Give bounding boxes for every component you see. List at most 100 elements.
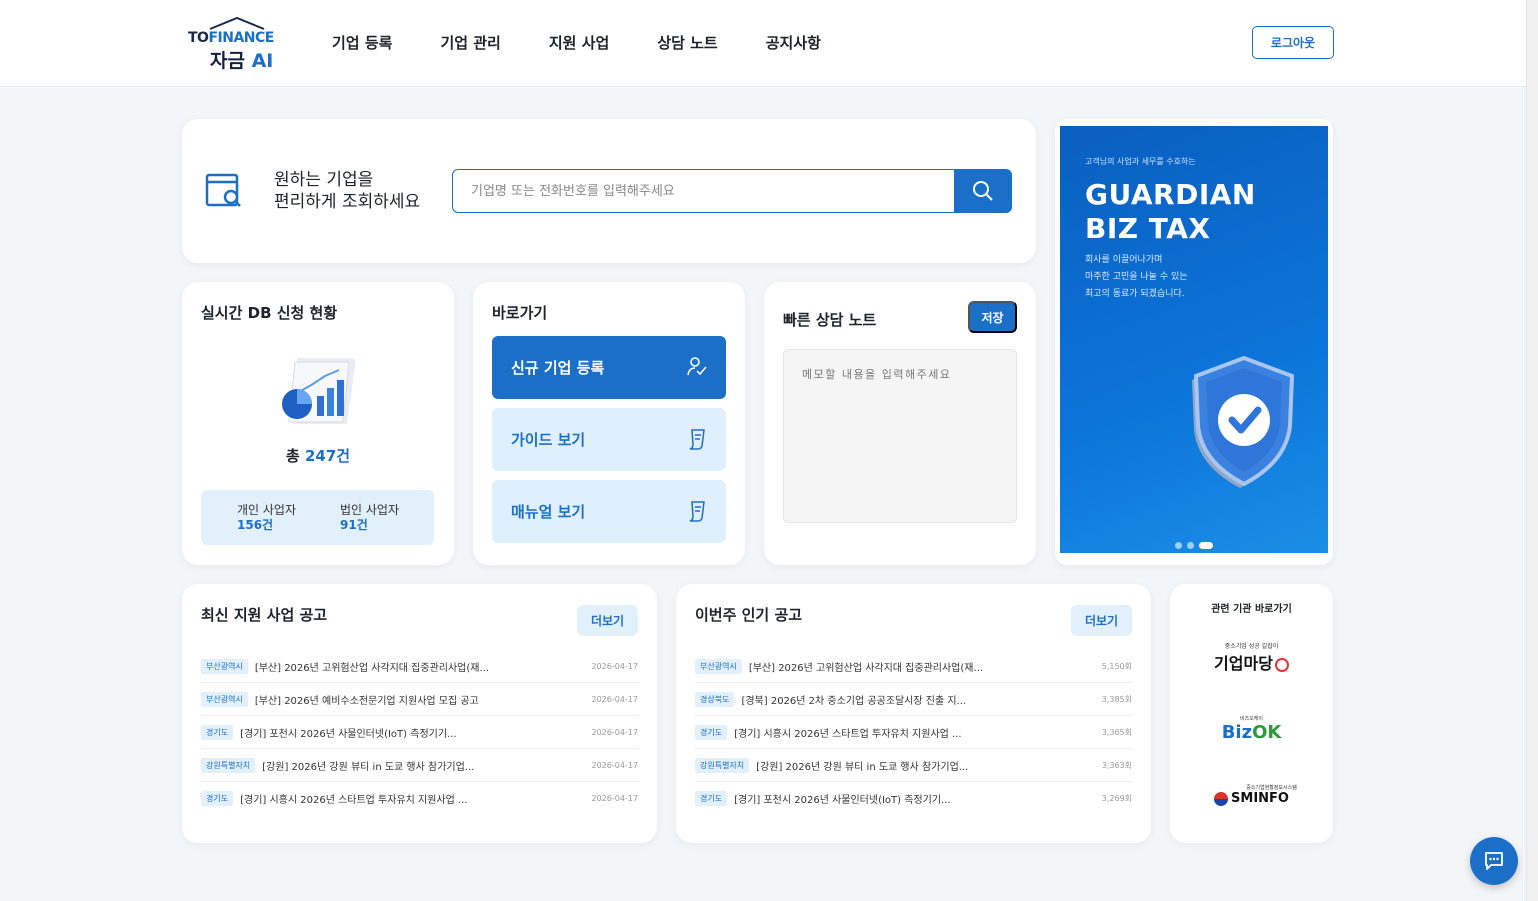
bizmadang-logo[interactable]: 중소기업 성공 길잡이 기업마당	[1170, 641, 1333, 674]
db-breakdown: 개인 사업자 156건 법인 사업자 91건	[201, 490, 434, 545]
banner-title: GUARDIAN BIZ TAX	[1085, 178, 1256, 245]
notice-date: 2026-04-17	[591, 794, 639, 803]
region-tag: 강원특별자치	[201, 757, 256, 773]
notice-title: [강원] 2026년 강원 뷰티 in 도쿄 행사 참가기업...	[262, 761, 475, 773]
db-total: 총 247건	[285, 447, 351, 465]
company-search-card: 원하는 기업을 편리하게 조회하세요	[182, 119, 1036, 263]
list-item[interactable]: 경기도 [경기] 시흥시 2026년 스타트업 투자유치 지원사업 ... 2026…	[201, 782, 638, 815]
banner-subtitle: 고객님의 사업과 세무를 수호하는	[1085, 157, 1196, 166]
region-tag: 경기도	[695, 724, 728, 740]
region-tag: 부산광역시	[695, 658, 742, 674]
carousel-dot-1[interactable]	[1175, 542, 1182, 549]
notice-title: [경기] 포천시 2026년 사물인터넷(IoT) 측정기기...	[240, 728, 457, 740]
nav-support-programs[interactable]: 지원 사업	[549, 32, 609, 53]
list-item[interactable]: 경기도 [경기] 포천시 2026년 사물인터넷(IoT) 측정기기... 3,26…	[695, 782, 1132, 815]
quick-memo-card: 빠른 상담 노트 저장	[764, 282, 1036, 565]
memo-title: 빠른 상담 노트	[783, 311, 877, 329]
guide-button[interactable]: 가이드 보기	[492, 408, 726, 471]
list-item[interactable]: 부산광역시 [부산] 2026년 고위험산업 사각지대 집중관리사업(재... 5,…	[695, 650, 1132, 683]
popular-notices-list: 부산광역시 [부산] 2026년 고위험산업 사각지대 집중관리사업(재... 5,…	[695, 650, 1132, 815]
roof-icon	[209, 16, 265, 30]
bizmadang-badge-icon	[1274, 657, 1289, 672]
header: TOFINANCE 자금 AI 기업 등록 기업 관리 지원 사업 상담 노트 …	[0, 0, 1526, 87]
notice-title: [경북] 2026년 2차 중소기업 공공조달시장 진출 지...	[741, 695, 967, 707]
notice-title: [부산] 2026년 예비수소전문기업 지원사업 모집 공고	[254, 695, 479, 707]
related-orgs-card: 관련 기관 바로가기 중소기업 성공 길잡이 기업마당 비즈오케이 BizOK …	[1170, 584, 1333, 843]
region-tag: 부산광역시	[201, 658, 248, 674]
chat-icon	[1485, 852, 1503, 870]
shield-check-icon	[1178, 354, 1298, 498]
main-nav: 기업 등록 기업 관리 지원 사업 상담 노트 공지사항	[332, 32, 821, 53]
view-count: 5,150회	[1101, 661, 1132, 671]
region-tag: 경기도	[201, 724, 234, 740]
notice-date: 2026-04-17	[591, 694, 639, 704]
notice-title: [경기] 포천시 2026년 사물인터넷(IoT) 측정기기...	[734, 795, 951, 806]
notice-title: [경기] 시흥시 2026년 스타트업 투자유치 지원사업 ...	[734, 728, 962, 740]
document-icon	[686, 500, 708, 526]
latest-notices-list: 부산광역시 [부산] 2026년 고위험산업 사각지대 집중관리사업(재... 20…	[201, 650, 638, 815]
carousel-dot-3[interactable]	[1199, 542, 1213, 549]
banner-description: 회사를 이끌어나가며 마주한 고민을 나눌 수 있는 최고의 동료가 되겠습니다.	[1085, 255, 1188, 299]
shortcuts-title: 바로가기	[492, 304, 548, 322]
register-icon	[686, 356, 708, 382]
document-icon	[686, 428, 708, 454]
corporate-stat: 법인 사업자 91건	[340, 503, 400, 532]
taegeuk-icon	[1214, 791, 1229, 806]
region-tag: 부산광역시	[201, 691, 248, 707]
region-tag: 경기도	[695, 791, 728, 806]
list-item[interactable]: 경기도 [경기] 시흥시 2026년 스타트업 투자유치 지원사업 ... 3,36…	[695, 716, 1132, 749]
popular-notices-card: 이번주 인기 공고 더보기 부산광역시 [부산] 2026년 고위험산업 사각지대…	[676, 584, 1151, 843]
db-status-title: 실시간 DB 신청 현황	[201, 304, 338, 322]
nav-consult-notes[interactable]: 상담 노트	[657, 32, 717, 53]
scrollbar[interactable]	[1526, 0, 1538, 901]
view-count: 3,385회	[1101, 694, 1132, 704]
list-item[interactable]: 경상북도 [경북] 2026년 2차 중소기업 공공조달시장 진출 지... 3,3…	[695, 683, 1132, 716]
view-count: 3,269회	[1101, 794, 1132, 803]
search-input[interactable]	[452, 169, 956, 213]
latest-notices-title: 최신 지원 사업 공고	[201, 606, 328, 624]
nav-company-manage[interactable]: 기업 관리	[440, 32, 500, 53]
nav-company-register[interactable]: 기업 등록	[332, 32, 392, 53]
popular-notices-title: 이번주 인기 공고	[695, 606, 803, 624]
chart-illustration	[277, 352, 361, 436]
popular-more-button[interactable]: 더보기	[1071, 605, 1132, 636]
search-button[interactable]	[954, 169, 1012, 213]
list-item[interactable]: 경기도 [경기] 포천시 2026년 사물인터넷(IoT) 측정기기... 2026…	[201, 716, 638, 749]
company-search-icon	[204, 169, 246, 215]
logo-line1: TOFINANCE	[188, 30, 274, 46]
search-title: 원하는 기업을 편리하게 조회하세요	[274, 170, 421, 212]
logout-button[interactable]: 로그아웃	[1252, 26, 1334, 59]
bizok-logo[interactable]: 비즈오케이 BizOK	[1170, 715, 1333, 743]
list-item[interactable]: 강원특별자치 [강원] 2026년 강원 뷰티 in 도쿄 행사 참가기업... 2…	[201, 749, 638, 782]
list-item[interactable]: 부산광역시 [부산] 2026년 예비수소전문기업 지원사업 모집 공고 2026-…	[201, 683, 638, 716]
notice-title: [강원] 2026년 강원 뷰티 in 도쿄 행사 참가기업...	[756, 761, 969, 773]
banner-slide: 고객님의 사업과 세무를 수호하는 GUARDIAN BIZ TAX 회사를 이끌…	[1060, 126, 1328, 553]
db-status-card: 실시간 DB 신청 현황 총 247건 개인 사업자 156건 법인 사업자 91건	[182, 282, 454, 565]
shortcuts-card: 바로가기 신규 기업 등록 가이드 보기 매뉴얼 보기	[473, 282, 745, 565]
carousel-dot-2[interactable]	[1187, 542, 1194, 549]
new-company-button[interactable]: 신규 기업 등록	[492, 336, 726, 399]
carousel-dots	[1175, 542, 1213, 549]
region-tag: 경기도	[201, 791, 234, 806]
chat-button[interactable]	[1470, 837, 1518, 885]
promo-banner[interactable]: 고객님의 사업과 세무를 수호하는 GUARDIAN BIZ TAX 회사를 이끌…	[1055, 119, 1333, 565]
notice-date: 2026-04-17	[591, 760, 639, 770]
logo-line2: 자금 AI	[210, 50, 274, 72]
latest-notices-card: 최신 지원 사업 공고 더보기 부산광역시 [부산] 2026년 고위험산업 사각…	[182, 584, 657, 843]
latest-more-button[interactable]: 더보기	[577, 605, 638, 636]
view-count: 3,363회	[1101, 760, 1132, 770]
region-tag: 경상북도	[695, 691, 735, 707]
nav-notices[interactable]: 공지사항	[766, 32, 821, 53]
sminfo-logo[interactable]: 중소기업현황정보시스템 SMINFO	[1170, 784, 1333, 806]
manual-button[interactable]: 매뉴얼 보기	[492, 480, 726, 543]
list-item[interactable]: 강원특별자치 [강원] 2026년 강원 뷰티 in 도쿄 행사 참가기업... 3…	[695, 749, 1132, 782]
memo-textarea[interactable]	[783, 349, 1017, 523]
personal-stat: 개인 사업자 156건	[237, 503, 297, 532]
view-count: 3,365회	[1101, 727, 1132, 737]
related-orgs-title: 관련 기관 바로가기	[1211, 604, 1292, 615]
logo[interactable]: TOFINANCE 자금 AI	[188, 16, 280, 72]
search-icon	[973, 181, 993, 201]
notice-title: [경기] 시흥시 2026년 스타트업 투자유치 지원사업 ...	[240, 795, 468, 806]
list-item[interactable]: 부산광역시 [부산] 2026년 고위험산업 사각지대 집중관리사업(재... 20…	[201, 650, 638, 683]
save-button[interactable]: 저장	[968, 301, 1017, 333]
